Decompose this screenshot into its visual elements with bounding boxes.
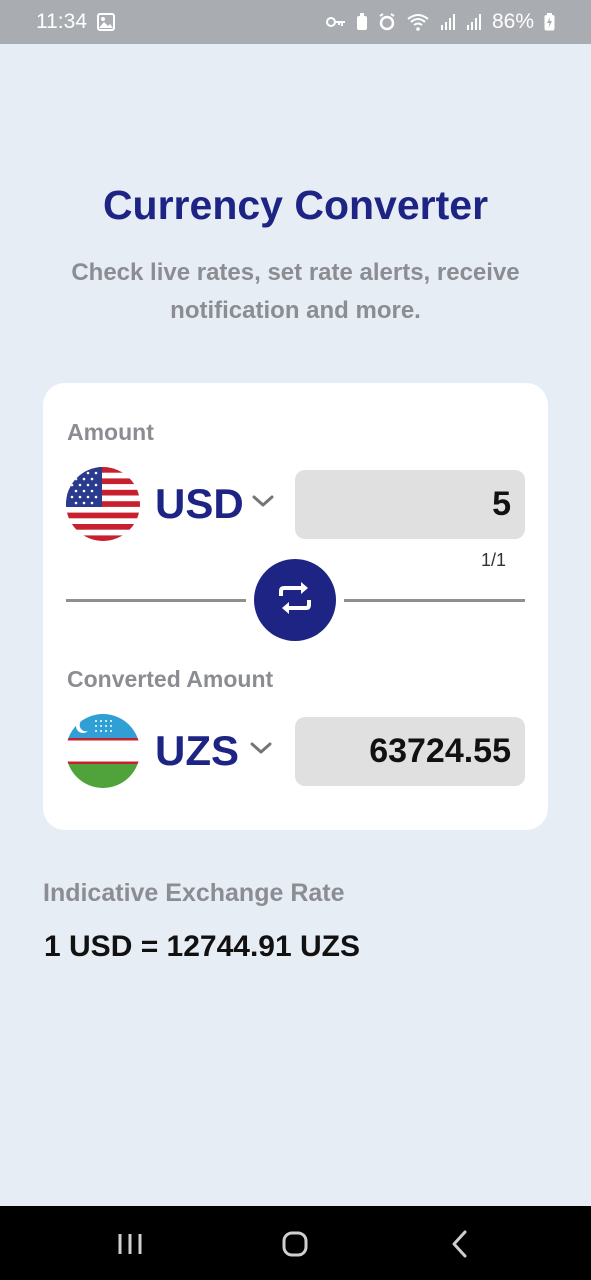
vpn-key-icon bbox=[325, 16, 346, 28]
from-currency-select[interactable]: USD bbox=[155, 480, 244, 528]
amount-label: Amount bbox=[67, 419, 154, 445]
navigation-bar bbox=[0, 1206, 591, 1280]
chevron-down-icon[interactable] bbox=[249, 740, 273, 761]
battery-charging-icon bbox=[544, 13, 555, 31]
converted-amount-field: 63724.55 bbox=[295, 717, 525, 786]
exchange-rate-label: Indicative Exchange Rate bbox=[43, 879, 345, 907]
swap-button[interactable] bbox=[254, 559, 336, 641]
battery-saver-icon bbox=[356, 13, 368, 31]
status-time: 11:34 bbox=[36, 10, 87, 33]
signal-icon bbox=[440, 13, 456, 31]
swap-icon bbox=[275, 578, 315, 623]
divider-left bbox=[66, 599, 246, 602]
page-title: Currency Converter bbox=[102, 182, 489, 228]
us-flag-icon bbox=[66, 467, 140, 541]
page-subtitle: Check live rates, set rate alerts, recei… bbox=[71, 259, 520, 324]
home-icon[interactable] bbox=[277, 1226, 313, 1262]
amount-counter: 1/1 bbox=[480, 550, 506, 570]
uz-flag-icon bbox=[66, 714, 140, 788]
to-currency-select[interactable]: UZS bbox=[155, 727, 239, 775]
chevron-down-icon[interactable] bbox=[251, 493, 275, 514]
gallery-icon bbox=[97, 13, 115, 31]
converter-card: Amount USD 5 1/1 Converted Amount UZS 63… bbox=[43, 383, 548, 830]
battery-percent: 86% bbox=[491, 10, 534, 33]
recents-icon[interactable] bbox=[112, 1226, 148, 1262]
divider-right bbox=[344, 599, 525, 602]
wifi-icon bbox=[406, 13, 430, 31]
converted-amount-label: Converted Amount bbox=[67, 666, 274, 692]
back-icon[interactable] bbox=[443, 1226, 479, 1262]
signal-icon bbox=[466, 13, 482, 31]
amount-input[interactable]: 5 bbox=[295, 470, 525, 539]
alarm-icon bbox=[378, 13, 396, 31]
status-bar: 11:34 86% bbox=[0, 0, 591, 44]
exchange-rate-value: 1 USD = 12744.91 UZS bbox=[44, 930, 361, 963]
